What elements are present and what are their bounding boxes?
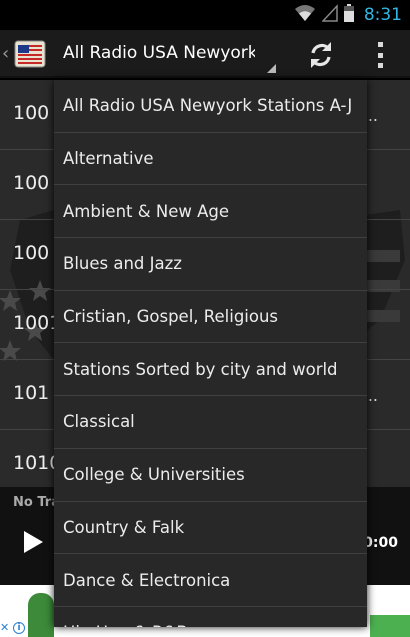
dropdown-item[interactable]: Classical — [54, 396, 367, 449]
status-time: 8:31 — [363, 5, 402, 25]
ad-info-icon[interactable]: i — [13, 622, 25, 634]
playback-time: 0:00 — [363, 535, 398, 551]
refresh-icon[interactable] — [304, 38, 338, 72]
signal-icon — [321, 4, 338, 26]
radio-app-icon[interactable] — [14, 38, 46, 68]
category-dropdown: All Radio USA Newyork Stations A-J Alter… — [54, 80, 367, 627]
ad-close-icon[interactable]: ✕ — [0, 621, 12, 635]
dropdown-item[interactable]: Cristian, Gospel, Religious — [54, 291, 367, 344]
track-status: No Tra — [13, 495, 60, 510]
dropdown-item[interactable]: Hip Hop & R&B — [54, 607, 367, 627]
dropdown-item[interactable]: Country & Falk — [54, 502, 367, 555]
overflow-menu-icon[interactable] — [370, 40, 390, 70]
dropdown-item[interactable]: Stations Sorted by city and world — [54, 343, 367, 397]
category-spinner-title[interactable]: All Radio USA Newyork S — [63, 43, 255, 63]
play-icon[interactable] — [24, 531, 43, 553]
dropdown-item[interactable]: Blues and Jazz — [54, 238, 367, 291]
dropdown-item[interactable]: College & Universities — [54, 449, 367, 502]
action-bar: ‹ All Radio USA Newyork S — [0, 30, 410, 78]
wifi-icon — [294, 4, 316, 26]
back-chevron-icon[interactable]: ‹ — [2, 44, 12, 64]
dropdown-item[interactable]: Ambient & New Age — [54, 185, 367, 239]
ad-graphic — [370, 615, 410, 637]
spinner-caret-icon[interactable] — [267, 64, 276, 73]
ad-graphic — [28, 593, 54, 637]
dropdown-item[interactable]: Dance & Electronica — [54, 554, 367, 607]
dropdown-item[interactable]: Alternative — [54, 133, 367, 186]
battery-icon — [343, 4, 354, 26]
dropdown-item[interactable]: All Radio USA Newyork Stations A-J — [54, 80, 367, 133]
status-bar: 8:31 — [0, 0, 410, 30]
